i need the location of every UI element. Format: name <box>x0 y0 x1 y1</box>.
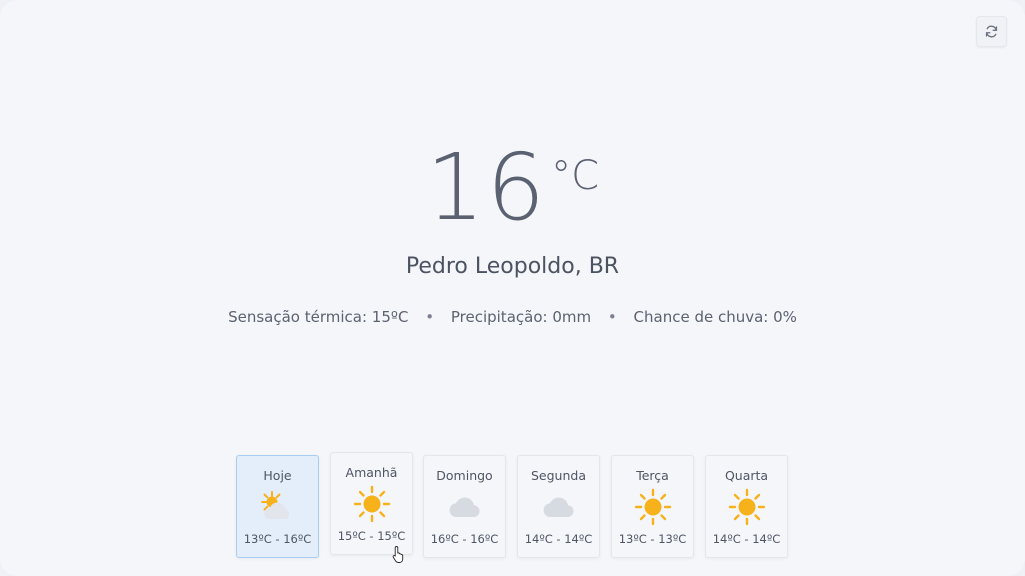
cloud-icon <box>543 497 574 517</box>
feels-like: Sensação térmica: 15ºC <box>228 308 409 326</box>
precipitation: Precipitação: 0mm <box>450 308 592 326</box>
sun-icon <box>634 488 671 526</box>
forecast-card-segunda[interactable]: Segunda 14ºC - 14ºC <box>517 455 600 558</box>
forecast-list: Hoje 13ºC - 16ºC Amanhã 15ºC - 15ºC Domi… <box>236 452 796 565</box>
refresh-icon <box>985 25 998 38</box>
day-name: Domingo <box>436 468 493 483</box>
sun-icon <box>353 485 390 523</box>
refresh-button[interactable] <box>976 16 1007 47</box>
cloud-icon <box>449 497 480 517</box>
weather-details: Sensação térmica: 15ºC • Precipitação: 0… <box>0 308 1025 326</box>
temperature-range: 13ºC - 16ºC <box>243 532 312 546</box>
separator: • <box>607 308 617 326</box>
day-name: Segunda <box>531 468 586 483</box>
forecast-card-domingo[interactable]: Domingo 16ºC - 16ºC <box>423 455 506 558</box>
partly-cloudy-icon <box>260 491 289 519</box>
rain-chance: Chance de chuva: 0% <box>633 308 797 326</box>
weather-app: 16 °C Pedro Leopoldo, BR Sensação térmic… <box>0 0 1025 576</box>
temperature-range: 16ºC - 16ºC <box>430 532 499 546</box>
temperature-range: 13ºC - 13ºC <box>618 532 687 546</box>
forecast-card-terca[interactable]: Terça 13ºC - 13ºC <box>611 455 694 558</box>
current-temperature: 16 °C <box>0 138 1025 238</box>
day-name: Hoje <box>263 468 292 483</box>
temperature-range: 14ºC - 14ºC <box>712 532 781 546</box>
temperature-value: 16 <box>425 134 548 241</box>
temperature-range: 15ºC - 15ºC <box>337 529 406 543</box>
day-name: Quarta <box>724 468 769 483</box>
city-name: Pedro Leopoldo, BR <box>405 254 620 279</box>
hand-cursor-icon <box>392 546 404 563</box>
temperature-unit: °C <box>551 153 599 199</box>
temperature-range: 14ºC - 14ºC <box>524 532 593 546</box>
day-name: Amanhã <box>345 465 398 480</box>
forecast-card-quarta[interactable]: Quarta 14ºC - 14ºC <box>705 455 788 558</box>
day-name: Terça <box>636 468 669 483</box>
separator: • <box>425 308 435 326</box>
sun-icon <box>728 488 765 526</box>
forecast-card-hoje[interactable]: Hoje 13ºC - 16ºC <box>236 455 319 558</box>
forecast-card-amanha[interactable]: Amanhã 15ºC - 15ºC <box>330 452 413 555</box>
